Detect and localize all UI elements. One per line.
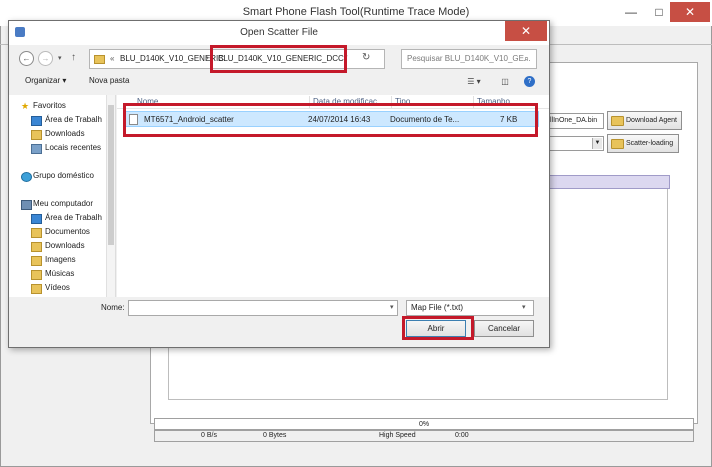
nav-item-homegroup[interactable]: Grupo doméstico [9,169,109,183]
nav-pane-scrollbar[interactable] [106,95,115,297]
dialog-close-button[interactable]: ✕ [505,21,547,41]
nav-item-downloads[interactable]: Downloads [9,239,109,253]
filetype-select[interactable]: Map File (*.txt) ▾ [406,300,534,316]
filename-input[interactable]: ▾ [128,300,398,316]
maximize-button[interactable]: □ [646,2,672,22]
nav-item-pictures[interactable]: Imagens [9,253,109,267]
nav-item-favorites[interactable]: ★ Favoritos [9,99,109,113]
nav-item-label: Grupo doméstico [33,171,94,180]
forward-arrow-icon[interactable]: → [38,51,53,66]
pictures-icon [31,256,42,266]
nav-item-documents[interactable]: Documentos [9,225,109,239]
search-input[interactable]: Pesquisar BLU_D140K_V10_GE... ⌕ [401,49,537,69]
filename-label: Nome: [101,303,125,312]
download-agent-button[interactable]: Download Agent [607,111,682,130]
minimize-button[interactable]: — [618,2,644,22]
partition-list-header [540,175,670,189]
folder-icon [611,139,624,149]
dialog-title: Open Scatter File [240,27,318,38]
nav-item-label: Músicas [45,269,75,278]
nav-item-downloads[interactable]: Downloads [9,127,109,141]
nav-item-videos[interactable]: Vídeos [9,281,109,295]
status-speed: 0 B/s [201,432,217,439]
desktop-icon [31,116,42,126]
nav-item-label: Locais recentes [45,143,102,152]
nav-item-desktop[interactable]: Área de Trabalh [9,113,109,127]
nav-item-label: Documentos [45,227,90,236]
recent-locations-chevron-icon[interactable]: ▾ [58,54,62,62]
nav-item-label: Imagens [45,255,76,264]
computer-icon [21,200,32,210]
nav-item-desktop[interactable]: Área de Trabalh [9,211,109,225]
download-agent-path-field[interactable]: llInOne_DA.bin [546,113,604,129]
nav-item-label: Downloads [45,129,85,138]
refresh-icon[interactable]: ↻ [362,52,370,63]
preview-pane-icon[interactable]: ◫ [498,75,512,88]
view-options-icon[interactable]: ☰ ▾ [462,75,486,88]
downloads-icon [31,242,42,252]
dialog-toolbar: Organizar ▾ Nova pasta ☰ ▾ ◫ ? [9,73,549,93]
videos-icon [31,284,42,294]
nav-item-recent-places[interactable]: Locais recentes [9,141,109,155]
desktop-icon [31,214,42,224]
highlight-annotation [123,103,538,137]
status-bar: 0 B/s 0 Bytes High Speed 0:00 [154,430,694,442]
nav-item-label: Área de Trabalh [45,213,102,222]
documents-icon [31,228,42,238]
highlight-annotation [210,45,347,73]
breadcrumb-overflow-icon[interactable]: « [110,54,114,63]
cancel-button[interactable]: Cancelar [474,320,534,337]
status-time: 0:00 [455,432,469,439]
nav-item-music[interactable]: Músicas [9,267,109,281]
homegroup-icon [21,172,32,182]
search-icon[interactable]: ⌕ [524,53,529,64]
nav-item-label: Meu computador [33,199,94,208]
progress-bar: 0% [154,418,694,430]
download-agent-button-label: Download Agent [626,117,677,124]
recent-places-icon [31,144,42,154]
folder-icon [611,116,624,126]
help-icon[interactable]: ? [524,76,535,87]
up-arrow-icon[interactable]: ↑ [71,52,76,63]
organize-menu-button[interactable]: Organizar ▾ [25,76,66,85]
scrollbar-thumb[interactable] [108,105,114,245]
nav-item-label: Vídeos [45,283,70,292]
open-scatter-file-dialog: Open Scatter File ✕ ← → ▾ ↑ « BLU_D140K_… [8,20,550,348]
star-icon: ★ [21,101,30,111]
nav-item-computer[interactable]: Meu computador [9,197,109,211]
search-placeholder: Pesquisar BLU_D140K_V10_GE... [407,54,531,63]
breadcrumb-separator-icon[interactable]: › [206,53,209,62]
downloads-icon [31,130,42,140]
flash-tool-title: Smart Phone Flash Tool(Runtime Trace Mod… [242,6,470,18]
status-bytes: 0 Bytes [263,432,287,439]
nav-item-label: Downloads [45,241,85,250]
nav-item-label: Área de Trabalh [45,115,102,124]
highlight-annotation [402,316,474,340]
status-usb-speed: High Speed [379,432,416,439]
back-arrow-icon[interactable]: ← [19,51,34,66]
music-icon [31,270,42,280]
chevron-down-icon[interactable]: ▾ [390,303,394,311]
filetype-value: Map File (*.txt) [411,303,464,312]
nav-item-label: Favoritos [33,101,66,110]
new-folder-button[interactable]: Nova pasta [89,76,129,85]
scatter-loading-button-label: Scatter-loading [626,140,674,147]
folder-icon [94,55,105,64]
chevron-down-icon[interactable]: ▾ [522,303,526,311]
scatter-loading-button[interactable]: Scatter-loading [607,134,679,153]
scatter-path-combo[interactable]: ▼ [546,136,604,151]
chevron-down-icon[interactable]: ▼ [592,138,602,149]
navigation-pane: ★ Favoritos Área de Trabalh Downloads Lo… [9,95,116,297]
close-button[interactable]: ✕ [670,2,710,22]
